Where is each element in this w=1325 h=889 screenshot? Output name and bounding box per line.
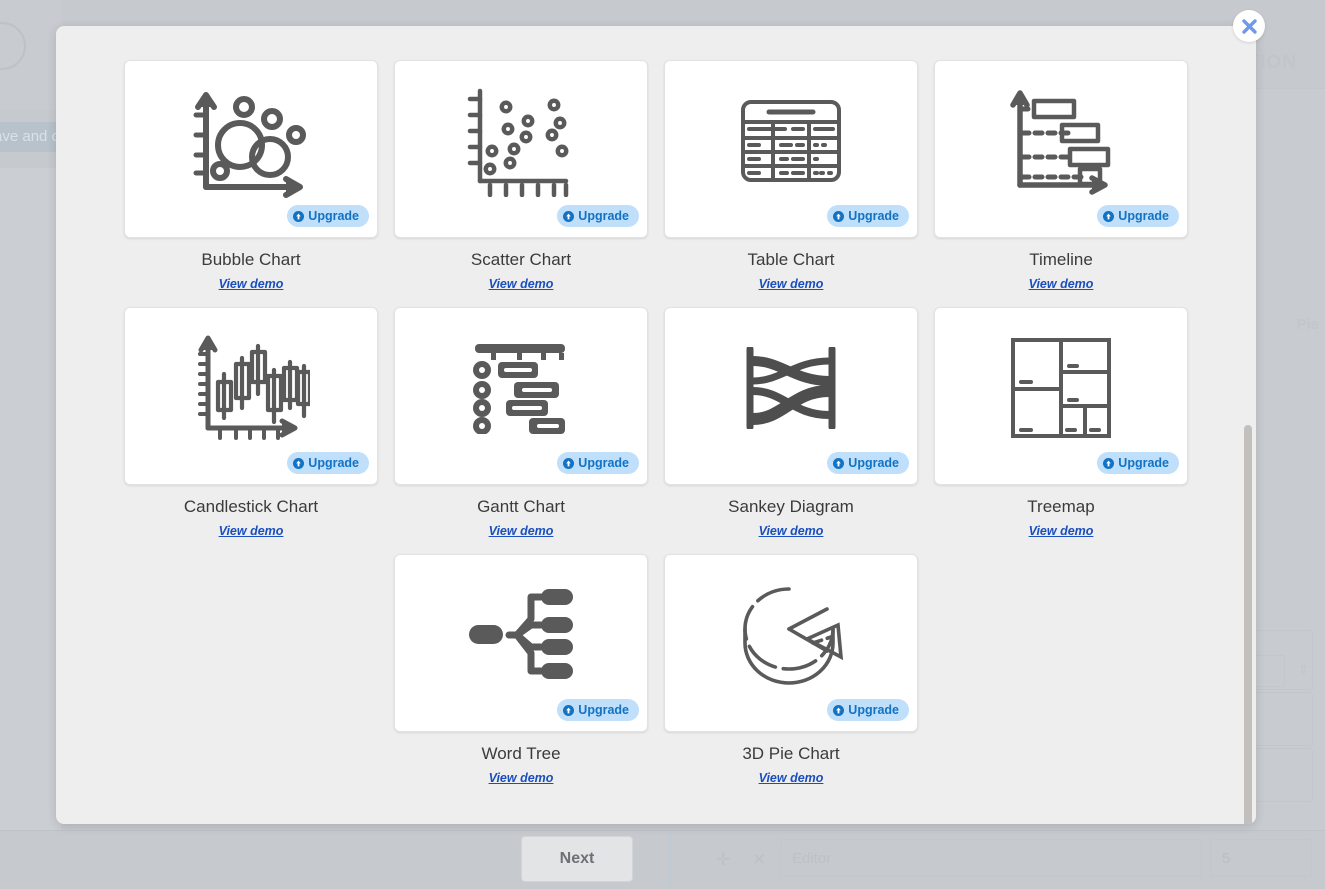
view-demo-link[interactable]: View demo	[664, 277, 918, 291]
chart-type-cell: Upgrade Scatter Chart View demo	[386, 44, 656, 291]
close-icon[interactable]	[1233, 10, 1265, 42]
chart-card-title: Candlestick Chart	[183, 497, 319, 516]
upgrade-badge[interactable]: Upgrade	[287, 205, 369, 227]
chart-type-cell: Upgrade Candlestick Chart View demo	[116, 291, 386, 538]
chart-card-title: Sankey Diagram	[728, 497, 854, 516]
pie-3d-chart-icon	[665, 567, 917, 703]
upgrade-badge-label: Upgrade	[308, 456, 359, 470]
upgrade-badge-label: Upgrade	[848, 703, 899, 717]
chart-card-title: Table Chart	[747, 250, 835, 269]
upgrade-badge[interactable]: Upgrade	[827, 205, 909, 227]
candlestick-chart-icon	[125, 320, 377, 456]
chart-card-title: Bubble Chart	[201, 250, 301, 269]
upgrade-badge-label: Upgrade	[578, 703, 629, 717]
background-vertical-divider	[669, 831, 671, 889]
bubble-chart-icon	[125, 73, 377, 209]
sankey-diagram-icon	[665, 320, 917, 456]
background-stepper-icon: ⇳	[1298, 662, 1309, 677]
chart-type-grid: Upgrade Bubble Chart View demo Upgrade S…	[56, 44, 1256, 785]
next-button[interactable]: Next	[521, 836, 633, 882]
chart-type-scroll-area: Upgrade Bubble Chart View demo Upgrade S…	[56, 26, 1256, 824]
upgrade-badge[interactable]: Upgrade	[287, 452, 369, 474]
vertical-scrollbar[interactable]	[1244, 425, 1252, 824]
chart-type-cell: Upgrade Timeline View demo	[926, 44, 1196, 291]
chart-card-title: Treemap	[1027, 497, 1095, 516]
upgrade-badge[interactable]: Upgrade	[827, 452, 909, 474]
upgrade-badge[interactable]: Upgrade	[557, 452, 639, 474]
chart-card-title: Gantt Chart	[477, 497, 565, 516]
chart-type-cell: Upgrade Gantt Chart View demo	[386, 291, 656, 538]
editor-field	[780, 839, 1202, 877]
upgrade-badge[interactable]: Upgrade	[827, 699, 909, 721]
upgrade-arrow-icon	[1103, 210, 1115, 222]
chart-card-3d-pie-chart[interactable]: Upgrade	[664, 554, 918, 732]
upgrade-badge[interactable]: Upgrade	[1097, 205, 1179, 227]
editor-placeholder-text: Editor	[792, 850, 832, 867]
chart-card-scatter-chart[interactable]: Upgrade	[394, 60, 648, 238]
number-field-value: 5	[1222, 850, 1231, 867]
chart-type-cell-empty	[116, 538, 386, 785]
upgrade-badge-label: Upgrade	[578, 209, 629, 223]
view-demo-link[interactable]: View demo	[124, 277, 378, 291]
chart-card-timeline[interactable]: Upgrade	[934, 60, 1188, 238]
chart-card-candlestick-chart[interactable]: Upgrade	[124, 307, 378, 485]
upgrade-arrow-icon	[563, 457, 575, 469]
chart-card-word-tree[interactable]: Upgrade	[394, 554, 648, 732]
chart-type-cell: Upgrade 3D Pie Chart View demo	[656, 538, 926, 785]
view-demo-link[interactable]: View demo	[934, 524, 1188, 538]
chart-type-cell: Upgrade Table Chart View demo	[656, 44, 926, 291]
table-chart-icon	[665, 73, 917, 209]
upgrade-arrow-icon	[833, 457, 845, 469]
chart-card-title: Scatter Chart	[470, 250, 572, 269]
chart-card-bubble-chart[interactable]: Upgrade	[124, 60, 378, 238]
chart-card-title: Timeline	[1029, 250, 1093, 269]
chart-card-title: Word Tree	[481, 744, 561, 763]
upgrade-arrow-icon	[563, 704, 575, 716]
upgrade-badge-label: Upgrade	[308, 209, 359, 223]
upgrade-arrow-icon	[1103, 457, 1115, 469]
upgrade-arrow-icon	[833, 210, 845, 222]
chart-card-treemap[interactable]: Upgrade	[934, 307, 1188, 485]
background-pie-label: Pie	[1296, 316, 1319, 333]
upgrade-badge[interactable]: Upgrade	[1097, 452, 1179, 474]
chart-type-picker-modal: Upgrade Bubble Chart View demo Upgrade S…	[56, 26, 1256, 824]
chart-card-sankey-diagram[interactable]: Upgrade	[664, 307, 918, 485]
chart-type-cell: Upgrade Sankey Diagram View demo	[656, 291, 926, 538]
treemap-icon	[935, 320, 1187, 456]
upgrade-badge-label: Upgrade	[578, 456, 629, 470]
view-demo-link[interactable]: View demo	[664, 771, 918, 785]
chart-card-table-chart[interactable]: Upgrade	[664, 60, 918, 238]
chart-type-cell-empty	[926, 538, 1196, 785]
scatter-chart-icon	[395, 73, 647, 209]
timeline-icon	[935, 73, 1187, 209]
view-demo-link[interactable]: View demo	[664, 524, 918, 538]
upgrade-badge-label: Upgrade	[1118, 209, 1169, 223]
word-tree-icon	[395, 567, 647, 703]
chart-type-cell: Upgrade Bubble Chart View demo	[116, 44, 386, 291]
move-icon: ✛	[716, 850, 731, 869]
chart-type-cell: Upgrade Treemap View demo	[926, 291, 1196, 538]
chart-card-title: 3D Pie Chart	[742, 744, 840, 763]
view-demo-link[interactable]: View demo	[394, 524, 648, 538]
view-demo-link[interactable]: View demo	[934, 277, 1188, 291]
upgrade-arrow-icon	[293, 210, 305, 222]
background-left-column	[0, 168, 61, 889]
view-demo-link[interactable]: View demo	[394, 277, 648, 291]
view-demo-link[interactable]: View demo	[394, 771, 648, 785]
chart-type-cell: Upgrade Word Tree View demo	[386, 538, 656, 785]
gantt-chart-icon	[395, 320, 647, 456]
upgrade-badge[interactable]: Upgrade	[557, 699, 639, 721]
row-close-icon: ✕	[752, 850, 767, 869]
upgrade-badge[interactable]: Upgrade	[557, 205, 639, 227]
upgrade-badge-label: Upgrade	[848, 456, 899, 470]
upgrade-arrow-icon	[293, 457, 305, 469]
upgrade-badge-label: Upgrade	[1118, 456, 1169, 470]
view-demo-link[interactable]: View demo	[124, 524, 378, 538]
upgrade-arrow-icon	[563, 210, 575, 222]
upgrade-arrow-icon	[833, 704, 845, 716]
chart-card-gantt-chart[interactable]: Upgrade	[394, 307, 648, 485]
upgrade-badge-label: Upgrade	[848, 209, 899, 223]
